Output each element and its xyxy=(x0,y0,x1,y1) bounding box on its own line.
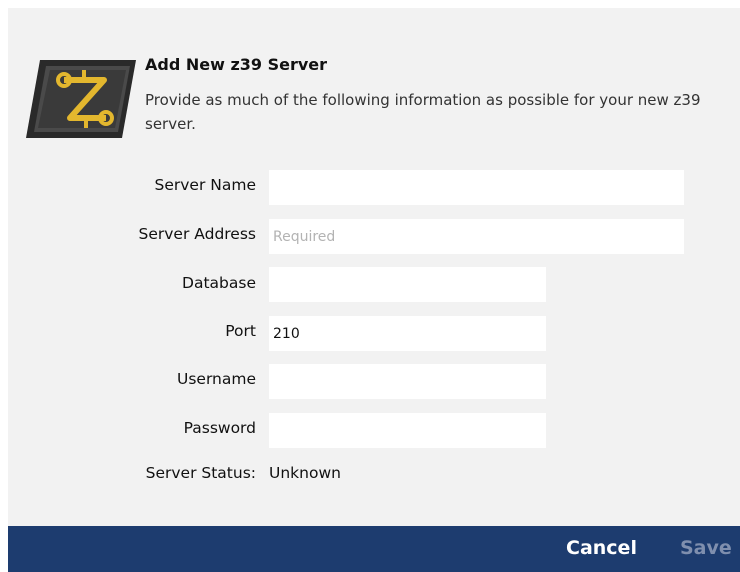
add-server-dialog: Add New z39 Server Provide as much of th… xyxy=(8,8,740,572)
password-input[interactable] xyxy=(269,413,546,448)
dialog-footer: Cancel Save xyxy=(8,526,740,572)
server-name-label: Server Name xyxy=(154,176,256,194)
password-label: Password xyxy=(183,419,256,437)
port-label: Port xyxy=(225,322,256,340)
save-button[interactable]: Save xyxy=(680,537,732,559)
server-address-label: Server Address xyxy=(138,225,256,243)
server-address-input[interactable] xyxy=(269,219,684,254)
username-label: Username xyxy=(176,370,256,388)
database-input[interactable] xyxy=(269,267,546,302)
server-status-value: Unknown xyxy=(269,464,341,482)
username-input[interactable] xyxy=(269,364,546,399)
z39-logo-icon xyxy=(26,60,136,138)
port-input[interactable] xyxy=(269,316,546,351)
database-label: Database xyxy=(182,274,256,292)
server-status-label: Server Status: xyxy=(145,464,256,482)
cancel-button[interactable]: Cancel xyxy=(566,537,637,559)
dialog-description: Provide as much of the following informa… xyxy=(145,91,701,133)
dialog-title: Add New z39 Server xyxy=(145,55,328,74)
server-name-input[interactable] xyxy=(269,170,684,205)
